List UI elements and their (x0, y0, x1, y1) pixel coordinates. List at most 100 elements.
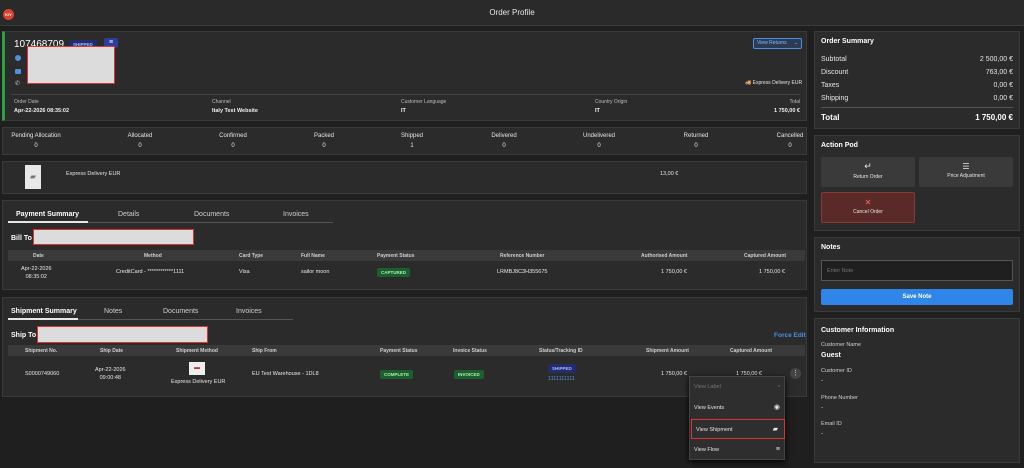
payment-method: CreditCard - ************1111 (116, 269, 185, 275)
redacted-customer-contact (27, 46, 115, 84)
summary-total-label: Total (821, 113, 840, 122)
delivery-method: 🚚 Express Delivery EUR (745, 80, 802, 86)
th-payment-status: Payment Status (377, 253, 415, 259)
shipment-method-thumbnail-icon: ▬ (189, 362, 205, 375)
tab-payment-summary[interactable]: Payment Summary (16, 211, 79, 218)
th-full-name: Full Name (301, 253, 325, 259)
email-icon (15, 69, 21, 74)
shipment-from: EU Test Warehouse - 1DL8 (252, 371, 319, 377)
order-date-label: Order Date (14, 99, 39, 105)
tab-details[interactable]: Details (118, 211, 139, 218)
menu-view-shipment[interactable]: View Shipment ▰ (691, 419, 785, 439)
menu-view-label[interactable]: View Label ▫ (690, 377, 786, 397)
payment-full-name: sailor moon (301, 269, 330, 275)
tab-shipment-summary[interactable]: Shipment Summary (11, 308, 77, 315)
close-icon: ✕ (864, 198, 872, 207)
status-label: Allocated (127, 133, 153, 139)
tab-shipment-invoices[interactable]: Invoices (236, 308, 262, 315)
th-authorised: Authorised Amount (641, 253, 688, 259)
customer-name-label: Customer Name (821, 342, 862, 348)
shipping-label: Shipping (821, 95, 849, 102)
chevron-down-icon: ⌄ (793, 40, 798, 46)
shipment-number: S0000749060 (25, 371, 60, 377)
notes-panel: Notes Save Note (814, 237, 1020, 312)
phone-number-value: - (821, 405, 823, 411)
subtotal-label: Subtotal (821, 56, 847, 63)
status-undelivered: Undelivered 0 (574, 133, 624, 149)
status-label: Undelivered (582, 133, 616, 139)
cancel-order-button[interactable]: ✕ Cancel Order (821, 192, 915, 223)
payment-panel: Payment Summary Details Documents Invoic… (2, 200, 807, 290)
save-note-button[interactable]: Save Note (821, 289, 1013, 305)
customer-id-label: Customer ID (821, 368, 852, 374)
shipment-panel: Shipment Summary Notes Documents Invoice… (2, 297, 807, 397)
shipping-value: 0,00 € (993, 95, 1013, 102)
customer-id-value: - (821, 378, 823, 384)
force-edit-link[interactable]: Force Edit (774, 332, 806, 339)
tab-documents[interactable]: Documents (194, 211, 229, 218)
th-method: Method (144, 253, 162, 259)
customer-info-title: Customer Information (821, 327, 895, 334)
status-pending: Pending Allocation 0 (11, 133, 61, 149)
summary-divider (821, 107, 1013, 108)
status-value: 1 (410, 143, 414, 149)
menu-view-flow-text: View Flow (694, 447, 719, 453)
return-order-label: Return Order (853, 174, 883, 180)
summary-subtotal: Subtotal 2 500,00 € (815, 56, 1019, 63)
note-input[interactable] (821, 260, 1013, 281)
status-confirmed: Confirmed 0 (208, 133, 258, 149)
summary-shipping: Shipping 0,00 € (815, 95, 1019, 102)
status-value: 0 (34, 143, 38, 149)
menu-view-flow[interactable]: View Flow ≡ (690, 440, 786, 460)
status-value: 0 (694, 143, 698, 149)
th-date: Date (33, 253, 44, 259)
taxes-label: Taxes (821, 82, 840, 89)
redacted-bill-to (33, 229, 194, 245)
tab-notes[interactable]: Notes (104, 308, 122, 315)
order-header-panel: 107468709 SHIPPED ≡ ✆ View Returns ⌄ 🚚 Ex… (2, 31, 807, 121)
order-date-value: Apr-22-2026 08:35:02 (14, 108, 70, 114)
email-id-label: Email ID (821, 421, 842, 427)
truck-thumbnail-icon: ▰ (25, 165, 41, 189)
th-ship-from: Ship From (252, 348, 277, 354)
delivery-method-label: Express Delivery EUR (752, 80, 803, 86)
order-info-channel: Channel Italy Test Website (212, 99, 258, 114)
channel-label: Channel (212, 99, 231, 105)
shipping-line-name: Express Delivery EUR (66, 171, 121, 177)
action-pod-title: Action Pod (821, 142, 858, 149)
phone-icon: ✆ (15, 81, 21, 87)
tab-invoices[interactable]: Invoices (283, 211, 309, 218)
language-value: IT (401, 108, 406, 114)
view-returns-label: View Returns (757, 40, 787, 46)
th-captured: Captured Amount (744, 253, 787, 259)
return-order-button[interactable]: ↵ Return Order (821, 157, 915, 187)
email-id-value: - (821, 431, 823, 437)
country-label: Country Origin (595, 99, 628, 105)
order-info-date: Order Date Apr-22-2026 08:35:02 (14, 99, 69, 114)
tab-shipment-documents[interactable]: Documents (163, 308, 198, 315)
tracking-id-link[interactable]: 1111111111 (548, 376, 575, 382)
menu-view-events[interactable]: View Events ◉ (690, 398, 786, 418)
status-label: Pending Allocation (11, 133, 61, 139)
status-packed: Packed 0 (299, 133, 349, 149)
summary-taxes: Taxes 0,00 € (815, 82, 1019, 89)
status-value: 0 (322, 143, 326, 149)
price-adjustment-label: Price Adjustment (947, 173, 985, 179)
th-ship-date: Ship Date (100, 348, 124, 354)
th-tracking: Status/Tracking ID (539, 348, 583, 354)
price-adjustment-button[interactable]: ☰ Price Adjustment (919, 157, 1013, 187)
th-ship-payment-status: Payment Status (380, 348, 418, 354)
shipment-date: Apr-22-2026 09:00:48 (95, 366, 126, 382)
payment-card-type: Visa (239, 269, 250, 275)
th-shipment-captured: Captured Amount (730, 348, 773, 354)
status-delivered: Delivered 0 (479, 133, 529, 149)
redacted-ship-to (37, 326, 208, 343)
truck-icon: 🚚 (745, 80, 752, 86)
view-returns-dropdown[interactable]: View Returns ⌄ (753, 38, 802, 49)
notes-title: Notes (821, 244, 841, 251)
cancel-order-label: Cancel Order (853, 209, 883, 215)
total-label: Total (789, 99, 800, 105)
payment-captured: 1 750,00 € (759, 269, 785, 275)
payment-authorised: 1 750,00 € (661, 269, 687, 275)
row-actions-icon[interactable]: ⋮ (790, 368, 801, 379)
